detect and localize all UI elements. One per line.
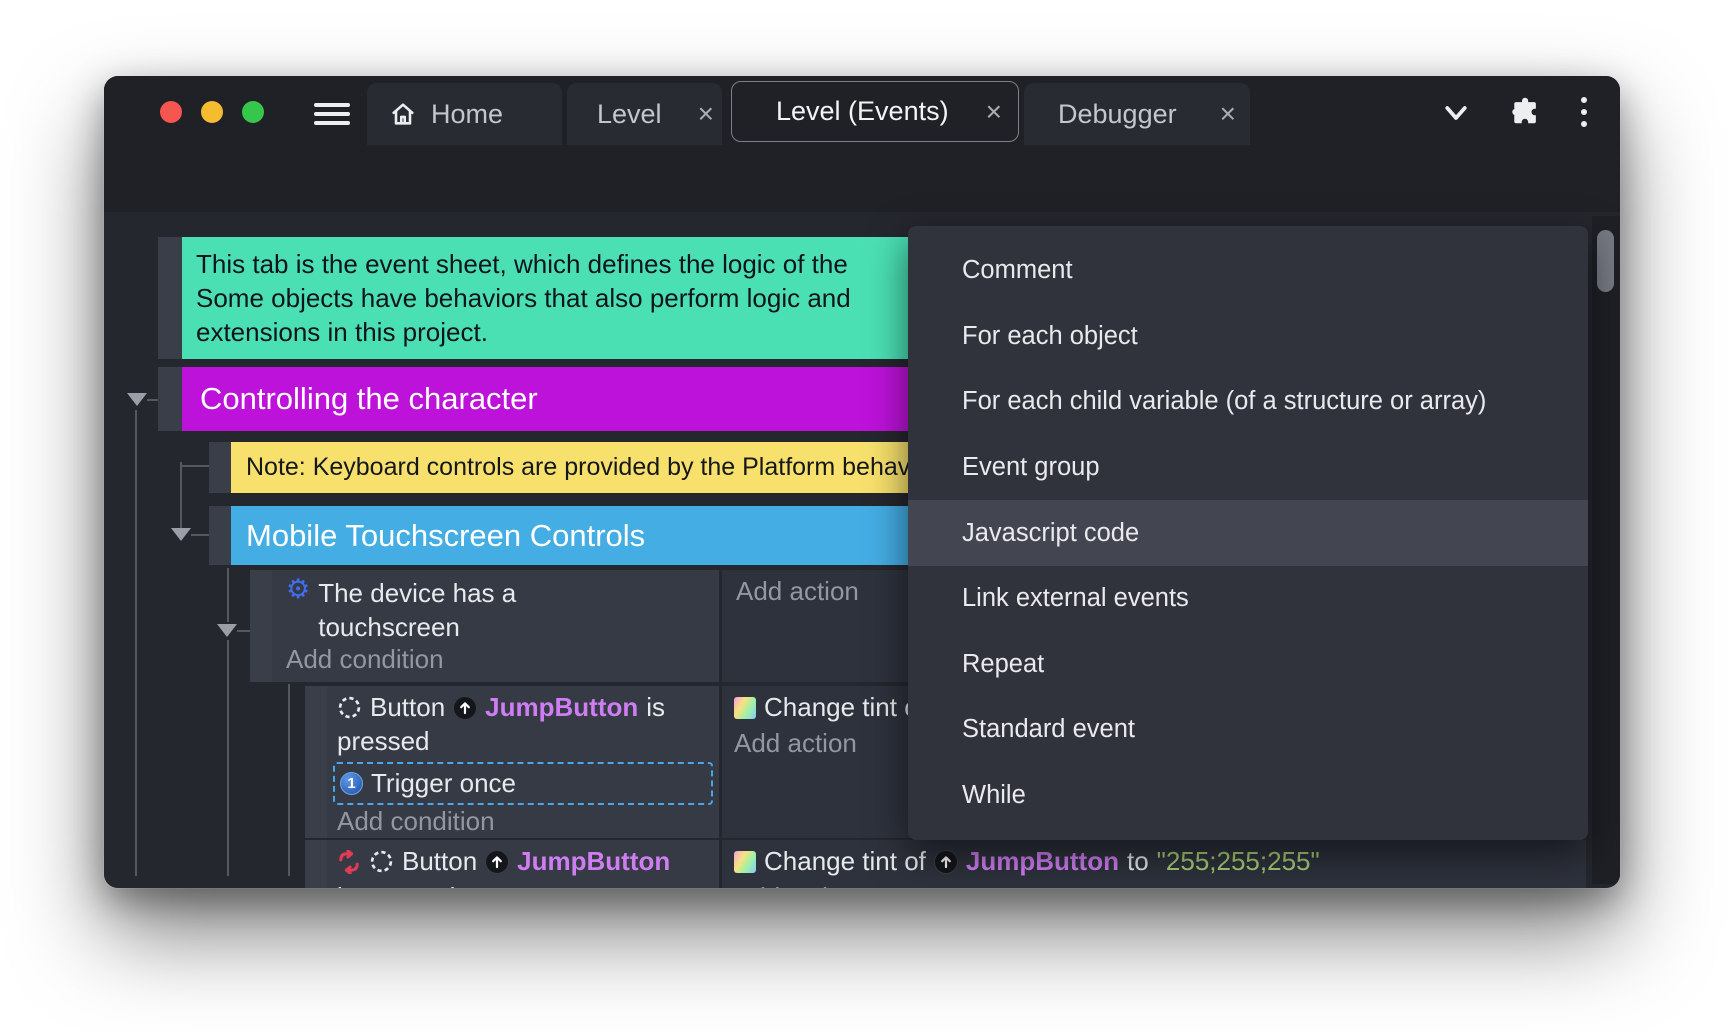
trigger-once-icon: 1 bbox=[340, 772, 363, 795]
toolbar: Preview Publish bbox=[104, 145, 1620, 212]
close-tab-icon[interactable]: × bbox=[1212, 98, 1250, 130]
event-row[interactable]: Button JumpButton is pressed 1 Trigger o… bbox=[327, 686, 719, 838]
menu-item-while[interactable]: While bbox=[908, 763, 1588, 829]
menu-item-for-each-child-variable[interactable]: For each child variable (of a structure … bbox=[908, 369, 1588, 435]
jumpbutton-object-icon bbox=[934, 850, 958, 874]
main-menu-button[interactable] bbox=[314, 103, 350, 125]
scrollbar-track[interactable] bbox=[1592, 216, 1620, 884]
tab-label: Level (Events) bbox=[776, 96, 949, 127]
menu-item-event-group[interactable]: Event group bbox=[908, 435, 1588, 501]
object-name: JumpButton bbox=[966, 846, 1119, 877]
group-title: Controlling the character bbox=[200, 381, 538, 417]
title-bar: Home Level × Level (Events) × Debugger × bbox=[104, 76, 1620, 145]
add-condition-link[interactable]: Add condition bbox=[337, 806, 495, 837]
action-pre: Change tint of bbox=[764, 846, 926, 877]
condition-text[interactable]: The device has a touchscreen bbox=[318, 576, 648, 644]
tint-rainbow-icon bbox=[734, 851, 756, 873]
collapse-arrow-icon[interactable] bbox=[217, 624, 237, 637]
condition-pre: Button bbox=[402, 846, 477, 877]
more-options-kebab-icon[interactable] bbox=[1581, 97, 1587, 127]
add-condition-link[interactable]: Add condition bbox=[286, 644, 444, 675]
selected-condition-trigger-once[interactable]: 1 Trigger once bbox=[333, 762, 713, 805]
event-actions-cell[interactable]: Change tint of JumpButton to "255;255;25… bbox=[722, 840, 1586, 888]
addons-puzzle-icon[interactable] bbox=[1510, 96, 1542, 128]
comment-line: Some objects have behaviors that also pe… bbox=[196, 281, 851, 315]
object-name: JumpButton bbox=[485, 692, 638, 723]
action-value: "255;255;255" bbox=[1157, 846, 1320, 877]
jumpbutton-object-icon bbox=[485, 850, 509, 874]
action-mid: to bbox=[1127, 846, 1149, 877]
minimize-window-button[interactable] bbox=[201, 101, 223, 123]
add-action-link[interactable]: Add action bbox=[734, 882, 857, 888]
system-gear-icon: ⚙ bbox=[286, 576, 310, 603]
collapse-arrow-icon[interactable] bbox=[171, 528, 191, 541]
comment-line: This tab is the event sheet, which defin… bbox=[196, 247, 851, 281]
tab-label: Debugger bbox=[1058, 99, 1177, 130]
tab-level[interactable]: Level × bbox=[567, 83, 722, 145]
invert-condition-icon bbox=[337, 850, 361, 874]
tab-home[interactable]: Home bbox=[367, 83, 562, 145]
object-name: JumpButton bbox=[517, 846, 670, 877]
tab-level-events[interactable]: Level (Events) × bbox=[731, 81, 1019, 142]
event-row[interactable]: ⚙ The device has a touchscreen Add condi… bbox=[272, 570, 719, 682]
add-event-context-menu: Comment For each object For each child v… bbox=[908, 226, 1588, 840]
add-action-link[interactable]: Add action bbox=[736, 576, 859, 607]
chevron-down-icon[interactable] bbox=[1441, 100, 1471, 126]
action-change-tint[interactable]: Change tint of JumpButton to "255;255;25… bbox=[734, 846, 1320, 877]
collapse-arrow-icon[interactable] bbox=[127, 393, 147, 406]
scrollbar-thumb[interactable] bbox=[1597, 230, 1614, 292]
close-window-button[interactable] bbox=[160, 101, 182, 123]
tab-debugger[interactable]: Debugger × bbox=[1024, 83, 1250, 145]
condition-tail-wrap: pressed bbox=[337, 726, 430, 757]
home-icon bbox=[389, 100, 417, 128]
zoom-window-button[interactable] bbox=[242, 101, 264, 123]
add-action-link[interactable]: Add action bbox=[734, 728, 857, 759]
condition-tail: is bbox=[646, 692, 665, 723]
event-row[interactable]: Button JumpButton is pressed bbox=[327, 840, 719, 888]
action-pre: Change tint of bbox=[764, 692, 926, 723]
group-title: Mobile Touchscreen Controls bbox=[246, 518, 645, 554]
menu-item-comment[interactable]: Comment bbox=[908, 238, 1588, 304]
close-tab-icon[interactable]: × bbox=[978, 96, 1018, 128]
condition-tail-wrap: is pressed bbox=[337, 882, 456, 888]
condition-pre: Button bbox=[370, 692, 445, 723]
menu-item-for-each-object[interactable]: For each object bbox=[908, 304, 1588, 370]
tab-label: Level bbox=[597, 99, 662, 130]
menu-item-javascript-code[interactable]: Javascript code bbox=[908, 500, 1588, 566]
close-tab-icon[interactable]: × bbox=[690, 98, 722, 130]
app-window: Home Level × Level (Events) × Debugger × bbox=[104, 76, 1620, 888]
menu-item-repeat[interactable]: Repeat bbox=[908, 631, 1588, 697]
menu-item-link-external-events[interactable]: Link external events bbox=[908, 566, 1588, 632]
touch-object-icon bbox=[369, 849, 394, 874]
jumpbutton-object-icon bbox=[453, 696, 477, 720]
touch-object-icon bbox=[337, 695, 362, 720]
comment-line: extensions in this project. bbox=[196, 315, 851, 349]
menu-item-standard-event[interactable]: Standard event bbox=[908, 697, 1588, 763]
condition-text: Trigger once bbox=[371, 768, 516, 799]
tab-label: Home bbox=[431, 99, 503, 130]
note-text: Note: Keyboard controls are provided by … bbox=[246, 453, 938, 482]
tint-rainbow-icon bbox=[734, 697, 756, 719]
